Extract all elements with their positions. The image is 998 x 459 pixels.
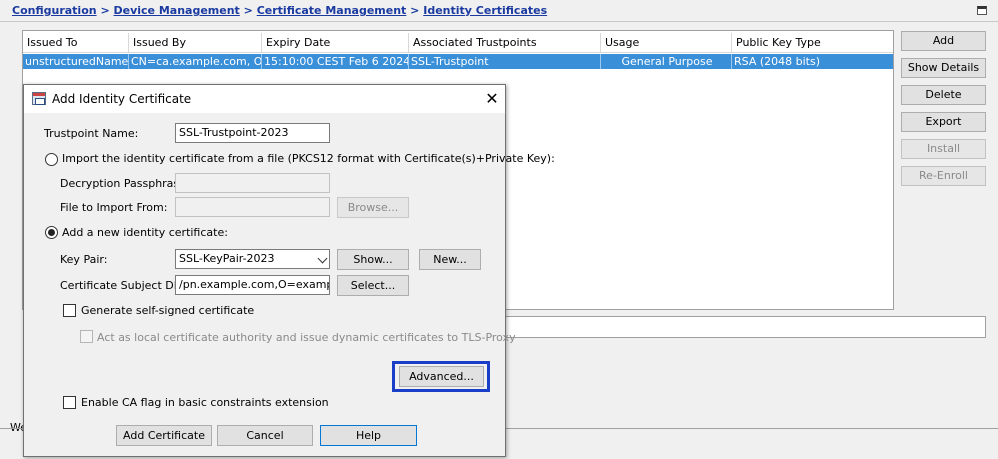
breadcrumb-device-management[interactable]: Device Management [114, 4, 240, 17]
install-button[interactable]: Install [901, 139, 986, 159]
breadcrumb-certificate-management[interactable]: Certificate Management [257, 4, 407, 17]
cell-issued-by: CN=ca.example.com, OU... [131, 54, 262, 69]
add-new-certificate-option-label: Add a new identity certificate: [62, 226, 228, 239]
help-button[interactable]: Help [320, 425, 417, 446]
ca-flag-checkbox[interactable] [63, 396, 76, 409]
table-row[interactable]: unstructuredName=... CN=ca.example.com, … [23, 54, 893, 69]
cell-key-type: RSA (2048 bits) [734, 55, 821, 68]
breadcrumb: Configuration > Device Management > Cert… [12, 4, 547, 17]
import-file-radio[interactable] [45, 153, 58, 166]
breadcrumb-separator: > [410, 4, 420, 17]
cancel-button[interactable]: Cancel [217, 425, 313, 446]
breadcrumb-identity-certificates[interactable]: Identity Certificates [423, 4, 547, 17]
add-new-certificate-radio[interactable] [45, 226, 58, 239]
cell-usage: General Purpose [601, 54, 732, 69]
maximize-icon[interactable] [977, 6, 987, 15]
close-icon[interactable]: ✕ [482, 89, 502, 109]
cell-trustpoint: SSL-Trustpoint [409, 54, 601, 69]
certificate-subject-dn-input[interactable]: /pn.example.com,O=example inc [175, 275, 330, 295]
delete-button[interactable]: Delete [901, 85, 986, 105]
self-signed-checkbox[interactable] [63, 304, 76, 317]
add-certificate-button[interactable]: Add Certificate [116, 425, 212, 446]
breadcrumb-configuration[interactable]: Configuration [12, 4, 97, 17]
column-header-trustpoints[interactable]: Associated Trustpoints [409, 33, 601, 53]
show-keypair-button[interactable]: Show... [337, 249, 409, 270]
background-text-field [500, 316, 986, 338]
local-ca-checkbox[interactable] [80, 330, 93, 343]
add-button[interactable]: Add [901, 31, 986, 51]
advanced-button-highlight [392, 361, 490, 392]
decryption-passphrase-label: Decryption Passphrase: [60, 177, 190, 190]
cell-issued-to: unstructuredName=... [25, 54, 129, 69]
dialog-title-bar: Add Identity Certificate ✕ [24, 85, 505, 113]
column-header-issued-by[interactable]: Issued By [129, 33, 262, 53]
self-signed-label: Generate self-signed certificate [81, 304, 255, 317]
chevron-down-icon [317, 253, 328, 264]
dialog-title: Add Identity Certificate [52, 92, 192, 106]
trustpoint-name-input[interactable]: SSL-Trustpoint-2023 [175, 123, 330, 143]
ca-flag-label: Enable CA flag in basic constraints exte… [81, 396, 329, 409]
trustpoint-name-label: Trustpoint Name: [44, 127, 139, 140]
certificate-app-icon [32, 92, 46, 105]
export-button[interactable]: Export [901, 112, 986, 132]
file-to-import-input[interactable] [175, 197, 330, 217]
add-identity-certificate-dialog: Add Identity Certificate ✕ Trustpoint Na… [23, 84, 555, 457]
key-pair-value: SSL-KeyPair-2023 [179, 252, 275, 265]
browse-button[interactable]: Browse... [337, 197, 409, 218]
select-subject-button[interactable]: Select... [337, 275, 409, 296]
breadcrumb-separator: > [243, 4, 253, 17]
column-header-issued-to[interactable]: Issued To [23, 33, 129, 53]
import-file-option-label: Import the identity certificate from a f… [62, 152, 555, 165]
certificate-subject-dn-label: Certificate Subject DN: [60, 279, 186, 292]
column-header-key-type[interactable]: Public Key Type [732, 33, 893, 53]
cell-expiry-date: 15:10:00 CEST Feb 6 2024 [264, 54, 409, 69]
column-header-usage[interactable]: Usage [601, 33, 732, 53]
local-ca-label: Act as local certificate authority and i… [97, 331, 516, 344]
decryption-passphrase-input[interactable] [175, 173, 330, 193]
show-details-button[interactable]: Show Details [901, 58, 986, 78]
new-keypair-button[interactable]: New... [419, 249, 481, 270]
breadcrumb-separator: > [100, 4, 110, 17]
key-pair-label: Key Pair: [60, 253, 108, 266]
re-enroll-button[interactable]: Re-Enroll [901, 166, 986, 186]
key-pair-select[interactable]: SSL-KeyPair-2023 [175, 249, 330, 269]
file-to-import-label: File to Import From: [60, 201, 168, 214]
column-header-expiry-date[interactable]: Expiry Date [262, 33, 409, 53]
